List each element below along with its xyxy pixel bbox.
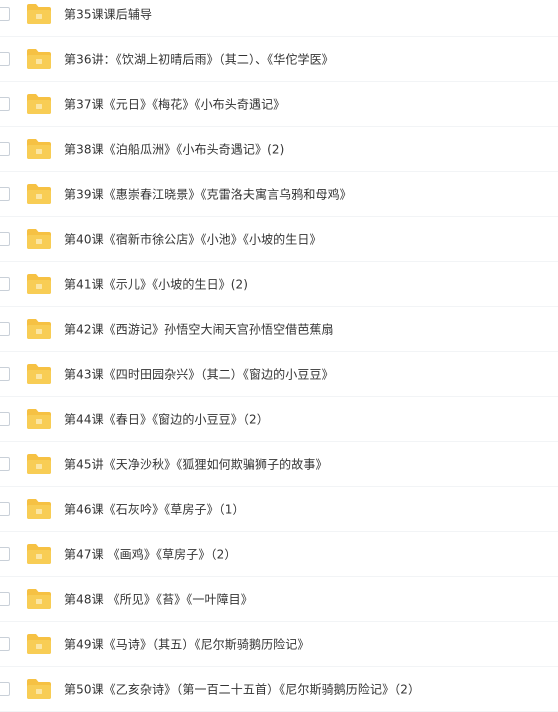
- folder-icon: [26, 273, 52, 295]
- row-checkbox[interactable]: [0, 322, 10, 336]
- row-checkbox[interactable]: [0, 367, 10, 381]
- row-checkbox[interactable]: [0, 97, 10, 111]
- folder-name[interactable]: 第48课 《所见》《苔》《一叶障目》: [64, 591, 253, 608]
- list-item[interactable]: 第40课《宿新市徐公店》《小池》《小坡的生日》: [0, 217, 558, 262]
- folder-icon: [26, 633, 52, 655]
- list-item[interactable]: 第48课 《所见》《苔》《一叶障目》: [0, 577, 558, 622]
- row-checkbox[interactable]: [0, 277, 10, 291]
- folder-icon: [26, 48, 52, 70]
- folder-icon: [26, 453, 52, 475]
- list-item[interactable]: 第42课《西游记》孙悟空大闹天宫孙悟空借芭蕉扇: [0, 307, 558, 352]
- list-item[interactable]: 第41课《示儿》《小坡的生日》(2): [0, 262, 558, 307]
- folder-name[interactable]: 第45讲《天净沙秋》《狐狸如何欺骗狮子的故事》: [64, 456, 328, 473]
- folder-name[interactable]: 第49课《马诗》（其五）《尼尔斯骑鹅历险记》: [64, 636, 309, 653]
- folder-name[interactable]: 第38课《泊船瓜洲》《小布头奇遇记》(2): [64, 141, 284, 158]
- row-checkbox[interactable]: [0, 592, 10, 606]
- folder-icon: [26, 183, 52, 205]
- row-checkbox[interactable]: [0, 502, 10, 516]
- folder-name[interactable]: 第35课课后辅导: [64, 6, 152, 23]
- row-checkbox[interactable]: [0, 682, 10, 696]
- row-checkbox[interactable]: [0, 7, 10, 21]
- list-item[interactable]: 第47课 《画鸡》《草房子》（2）: [0, 532, 558, 577]
- row-checkbox[interactable]: [0, 232, 10, 246]
- list-item[interactable]: 第35课课后辅导: [0, 0, 558, 37]
- folder-name[interactable]: 第39课《惠崇春江晓景》《克雷洛夫寓言乌鸦和母鸡》: [64, 186, 352, 203]
- list-item[interactable]: 第50课《乙亥杂诗》（第一百二十五首）《尼尔斯骑鹅历险记》（2）: [0, 667, 558, 712]
- folder-name[interactable]: 第41课《示儿》《小坡的生日》(2): [64, 276, 248, 293]
- row-checkbox[interactable]: [0, 187, 10, 201]
- folder-icon: [26, 138, 52, 160]
- folder-icon: [26, 588, 52, 610]
- folder-icon: [26, 228, 52, 250]
- folder-icon: [26, 3, 52, 25]
- row-checkbox[interactable]: [0, 457, 10, 471]
- list-item[interactable]: 第46课《石灰吟》《草房子》（1）: [0, 487, 558, 532]
- row-checkbox[interactable]: [0, 547, 10, 561]
- folder-name[interactable]: 第42课《西游记》孙悟空大闹天宫孙悟空借芭蕉扇: [64, 321, 334, 338]
- list-item[interactable]: 第39课《惠崇春江晓景》《克雷洛夫寓言乌鸦和母鸡》: [0, 172, 558, 217]
- list-item[interactable]: 第36讲：《饮湖上初晴后雨》（其二）、《华佗学医》: [0, 37, 558, 82]
- folder-name[interactable]: 第44课《春日》《窗边的小豆豆》（2）: [64, 411, 269, 428]
- folder-icon: [26, 363, 52, 385]
- folder-icon: [26, 93, 52, 115]
- folder-name[interactable]: 第43课《四时田园杂兴》（其二）《窗边的小豆豆》: [64, 366, 334, 383]
- list-item[interactable]: 第45讲《天净沙秋》《狐狸如何欺骗狮子的故事》: [0, 442, 558, 487]
- folder-name[interactable]: 第50课《乙亥杂诗》（第一百二十五首）《尼尔斯骑鹅历险记》（2）: [64, 681, 420, 698]
- row-checkbox[interactable]: [0, 142, 10, 156]
- folder-name[interactable]: 第36讲：《饮湖上初晴后雨》（其二）、《华佗学医》: [64, 51, 334, 68]
- folder-name[interactable]: 第47课 《画鸡》《草房子》（2）: [64, 546, 236, 563]
- folder-name[interactable]: 第46课《石灰吟》《草房子》（1）: [64, 501, 245, 518]
- list-item[interactable]: 第38课《泊船瓜洲》《小布头奇遇记》(2): [0, 127, 558, 172]
- list-item[interactable]: 第43课《四时田园杂兴》（其二）《窗边的小豆豆》: [0, 352, 558, 397]
- list-item[interactable]: 第37课《元日》《梅花》《小布头奇遇记》: [0, 82, 558, 127]
- folder-name[interactable]: 第40课《宿新市徐公店》《小池》《小坡的生日》: [64, 231, 322, 248]
- folder-icon: [26, 318, 52, 340]
- list-item[interactable]: 第49课《马诗》（其五）《尼尔斯骑鹅历险记》: [0, 622, 558, 667]
- folder-icon: [26, 408, 52, 430]
- folder-icon: [26, 498, 52, 520]
- row-checkbox[interactable]: [0, 412, 10, 426]
- list-item[interactable]: 第44课《春日》《窗边的小豆豆》（2）: [0, 397, 558, 442]
- file-list: 第35课课后辅导 第36讲：《饮湖上初晴后雨》（其二）、《华佗学医》 第37课《…: [0, 0, 558, 712]
- row-checkbox[interactable]: [0, 637, 10, 651]
- folder-name[interactable]: 第37课《元日》《梅花》《小布头奇遇记》: [64, 96, 285, 113]
- folder-icon: [26, 678, 52, 700]
- folder-icon: [26, 543, 52, 565]
- row-checkbox[interactable]: [0, 52, 10, 66]
